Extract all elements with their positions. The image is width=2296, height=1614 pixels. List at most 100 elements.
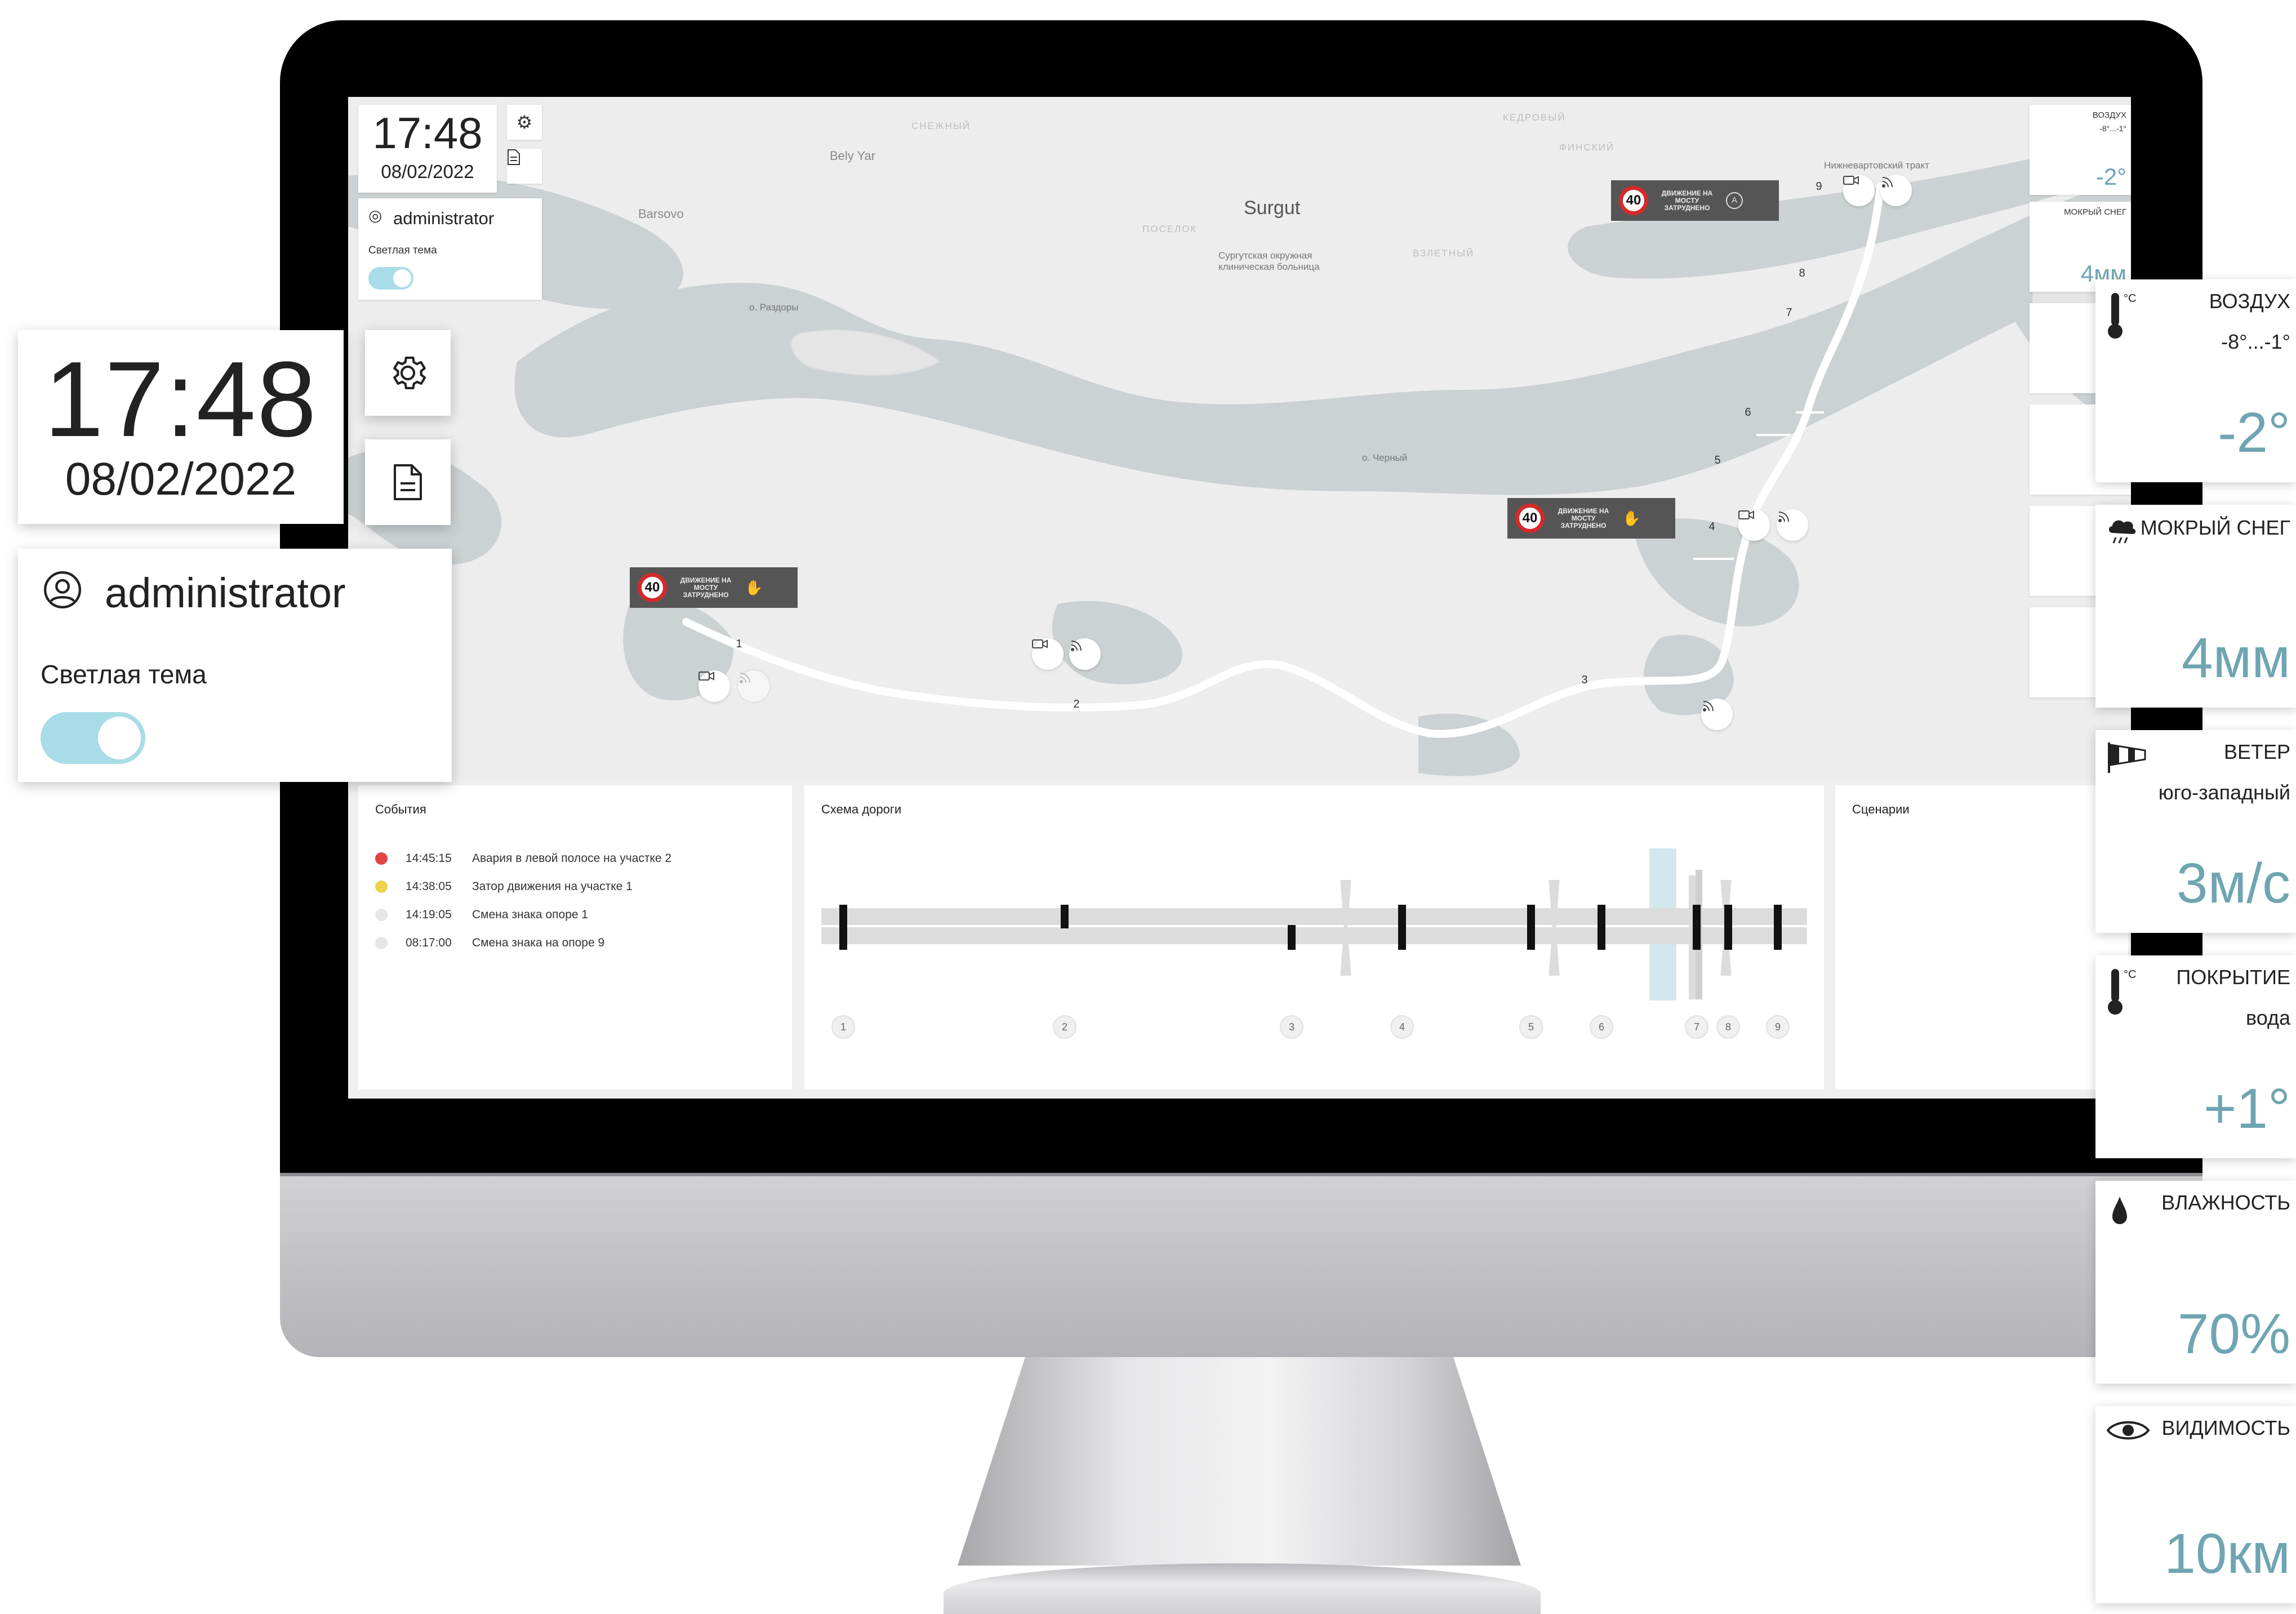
vms-board[interactable]: 40 ДВИЖЕНИЕ НА МОСТУ ЗАТРУДНЕНО ✋ <box>630 567 798 608</box>
road-marker-8[interactable]: 8 <box>1794 265 1810 282</box>
event-status-dot <box>375 937 388 949</box>
sign-pole-4[interactable] <box>1398 905 1406 950</box>
humidity-label: ВЛАЖНОСТЬ <box>2161 1191 2290 1214</box>
scheme-stop-3[interactable]: 3 <box>1280 1015 1303 1039</box>
vms-board[interactable]: 40 ДВИЖЕНИЕ НА МОСТУ ЗАТРУДНЕНО A <box>1611 180 1779 221</box>
weather-humidity-card: ВЛАЖНОСТЬ 70% <box>2095 1181 2296 1384</box>
map-label-tract: Нижневартовский тракт <box>1824 160 1930 171</box>
sign-pole-6[interactable] <box>1598 905 1605 950</box>
vms-message: ДВИЖЕНИЕ НА МОСТУ ЗАТРУДНЕНО <box>680 576 732 599</box>
sign-pole-8[interactable] <box>1724 905 1732 950</box>
mini-user-tile: ◎ administrator Светлая тема <box>358 198 542 300</box>
windsock-icon <box>2108 742 2146 773</box>
vms-message: ДВИЖЕНИЕ НА МОСТУ ЗАТРУДНЕНО <box>1558 506 1609 530</box>
thermometer-icon: °C <box>2108 968 2136 1015</box>
humidity-value: 70% <box>2177 1302 2290 1366</box>
scheme-stop-8[interactable]: 8 <box>1716 1015 1740 1039</box>
road-marker-5[interactable]: 5 <box>1709 452 1726 469</box>
event-text: Затор движения на участке 1 <box>472 880 633 893</box>
wind-label: ВЕТЕР <box>2223 740 2290 763</box>
app-screen: Surgut Bely Yar Barsovo СНЕЖНЫЙ КЕДРОВЫЙ… <box>348 97 2131 1099</box>
eye-icon <box>2106 1421 2150 1440</box>
map-camera-icon[interactable] <box>1032 638 1064 670</box>
theme-toggle[interactable] <box>41 712 145 764</box>
mini-theme-toggle[interactable] <box>368 267 413 290</box>
mini-air-value: -2° <box>2095 163 2126 190</box>
precip-label: МОКРЫЙ СНЕГ <box>2140 516 2290 539</box>
scheme-stop-1[interactable]: 1 <box>831 1015 855 1039</box>
road-marker-7[interactable]: 7 <box>1781 304 1797 321</box>
report-button[interactable] <box>365 439 451 525</box>
event-row[interactable]: 08:17:00 Смена знака на опоре 9 <box>375 936 604 950</box>
events-title: События <box>375 802 426 816</box>
road-marker-6[interactable]: 6 <box>1739 404 1756 421</box>
mini-air-label: ВОЗДУХ <box>2092 110 2126 120</box>
surface-label: ПОКРЫТИЕ <box>2176 966 2290 989</box>
road-marker-9[interactable]: 9 <box>1810 178 1827 195</box>
sign-pole-9[interactable] <box>1774 905 1782 950</box>
svg-text:°C: °C <box>2124 968 2136 981</box>
road-divider <box>821 925 1807 927</box>
sign-pole-7[interactable] <box>1693 905 1701 950</box>
road-strip-top <box>821 908 1807 925</box>
sign-pole-2[interactable] <box>1061 905 1069 928</box>
monitor-chin <box>280 1173 2202 1357</box>
map-sensor-icon[interactable] <box>738 670 769 702</box>
monitor-stand-foot <box>944 1563 1541 1614</box>
clock-time: 17:48 <box>44 340 318 459</box>
document-icon <box>508 149 520 165</box>
map-camera-icon[interactable] <box>1738 509 1770 541</box>
mini-clock-time: 17:48 <box>372 108 483 158</box>
scheme-stop-9[interactable]: 9 <box>1766 1015 1790 1039</box>
map-camera-icon[interactable] <box>1843 175 1875 206</box>
map-label-barsovo: Barsovo <box>638 207 684 221</box>
map-sensor-icon[interactable] <box>1880 175 1912 206</box>
sign-pole-1[interactable] <box>839 905 847 950</box>
user-icon <box>44 571 81 608</box>
map-label-cherny: о. Черный <box>1362 452 1408 463</box>
mini-air-range: -8°...-1° <box>2099 124 2126 133</box>
road-marker-2[interactable]: 2 <box>1068 696 1085 713</box>
map-sensor-icon[interactable] <box>1701 699 1733 730</box>
event-row[interactable]: 14:38:05 Затор движения на участке 1 <box>375 880 633 893</box>
sign-pole-5[interactable] <box>1527 905 1535 950</box>
scheme-stop-6[interactable]: 6 <box>1590 1015 1613 1039</box>
clock-card: 17:48 08/02/2022 <box>18 330 344 524</box>
gear-icon <box>393 357 426 389</box>
road-marker-3[interactable]: 3 <box>1576 672 1593 688</box>
weather-surface-card: °C ПОКРЫТИЕ вода +1° <box>2095 955 2296 1158</box>
scheme-stop-4[interactable]: 4 <box>1390 1015 1414 1039</box>
monitor-chin-edge <box>280 1173 2202 1176</box>
svg-text:°C: °C <box>2124 292 2136 305</box>
vms-message: ДВИЖЕНИЕ НА МОСТУ ЗАТРУДНЕНО <box>1661 189 1713 212</box>
mini-weather-precip: МОКРЫЙ СНЕГ 4мм <box>2030 202 2131 292</box>
mini-settings-button[interactable]: ⚙ <box>507 105 542 140</box>
event-row[interactable]: 14:45:15 Авария в левой полосе на участк… <box>375 852 671 865</box>
username: administrator <box>105 570 346 616</box>
sign-pole-3[interactable] <box>1288 925 1296 950</box>
mini-weather-air: ВОЗДУХ -8°...-1° -2° <box>2030 105 2131 195</box>
events-panel: События 14:45:15 Авария в левой полосе н… <box>358 785 792 1090</box>
event-row[interactable]: 14:19:05 Смена знака опоре 1 <box>375 908 588 922</box>
road-marker-4[interactable]: 4 <box>1703 518 1720 535</box>
gear-icon: ⚙ <box>516 112 533 132</box>
user-card: administrator Светлая тема <box>18 549 452 782</box>
map-view[interactable]: Surgut Bely Yar Barsovo СНЕЖНЫЙ КЕДРОВЫЙ… <box>348 97 2131 779</box>
settings-button[interactable] <box>365 330 451 416</box>
map-sensor-icon[interactable] <box>1069 638 1101 670</box>
road-scheme-title: Схема дороги <box>821 802 902 816</box>
scheme-stop-2[interactable]: 2 <box>1053 1015 1076 1039</box>
event-status-dot <box>375 881 388 893</box>
scheme-stop-5[interactable]: 5 <box>1519 1015 1543 1039</box>
road-strip-bottom <box>821 927 1807 944</box>
map-sensor-icon[interactable] <box>1777 509 1808 541</box>
road-marker-1[interactable]: 1 <box>731 635 747 652</box>
mini-precip-label: МОКРЫЙ СНЕГ <box>2064 207 2126 217</box>
event-text: Авария в левой полосе на участке 2 <box>472 852 672 865</box>
mini-report-button[interactable] <box>507 149 542 184</box>
scheme-stop-7[interactable]: 7 <box>1685 1015 1708 1039</box>
map-camera-icon[interactable] <box>698 670 730 702</box>
map-label-razdory: о. Раздоры <box>749 302 799 313</box>
thermometer-icon: °C <box>2108 292 2136 339</box>
vms-board[interactable]: 40 ДВИЖЕНИЕ НА МОСТУ ЗАТРУДНЕНО ✋ <box>1507 498 1675 539</box>
